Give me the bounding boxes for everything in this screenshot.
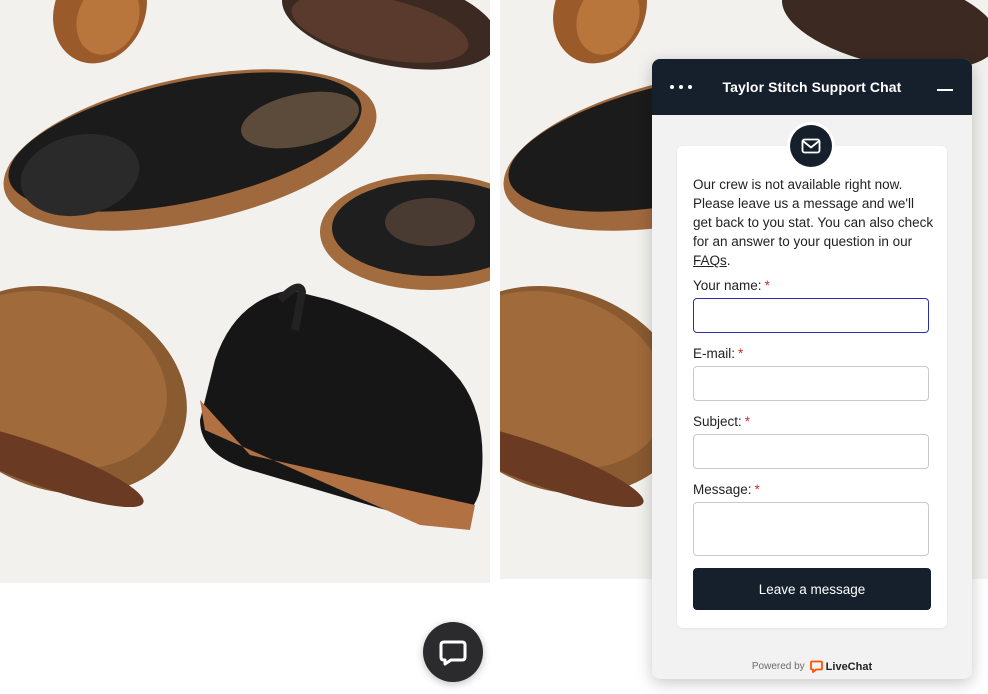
name-label: Your name: * bbox=[693, 278, 770, 293]
message-field[interactable] bbox=[693, 502, 929, 556]
powered-by: Powered by LiveChat bbox=[652, 660, 972, 673]
livechat-brand-name: LiveChat bbox=[825, 660, 873, 673]
name-field[interactable] bbox=[693, 298, 929, 333]
required-marker: * bbox=[764, 278, 770, 293]
page: Taylor Stitch Support Chat Our crew is n… bbox=[0, 0, 988, 694]
powered-by-label: Powered by bbox=[751, 661, 805, 672]
leave-message-button[interactable]: Leave a message bbox=[693, 568, 931, 610]
required-marker: * bbox=[738, 346, 744, 361]
chat-launcher-button[interactable] bbox=[423, 622, 483, 682]
required-marker: * bbox=[744, 414, 751, 429]
offline-message-text: Our crew is not available right now. Ple… bbox=[693, 177, 934, 249]
offline-message: Our crew is not available right now. Ple… bbox=[693, 175, 935, 270]
subject-label: Subject: * bbox=[693, 414, 751, 429]
required-marker: * bbox=[754, 482, 760, 497]
chat-title: Taylor Stitch Support Chat bbox=[722, 79, 902, 95]
minimize-icon[interactable] bbox=[936, 79, 954, 97]
email-field[interactable] bbox=[693, 366, 929, 401]
faq-link[interactable]: FAQs bbox=[693, 253, 727, 268]
email-label: E-mail: * bbox=[693, 346, 744, 361]
more-dots-icon[interactable] bbox=[670, 79, 692, 95]
livechat-brand-link[interactable]: LiveChat bbox=[809, 660, 873, 673]
chat-widget: Taylor Stitch Support Chat Our crew is n… bbox=[652, 59, 972, 679]
offline-message-suffix: . bbox=[726, 253, 731, 268]
subject-field[interactable] bbox=[693, 434, 929, 469]
product-image-shoes-left[interactable] bbox=[0, 0, 490, 583]
message-label: Message: * bbox=[693, 482, 760, 497]
livechat-logo-icon bbox=[809, 660, 823, 673]
chat-header: Taylor Stitch Support Chat bbox=[652, 59, 972, 115]
mail-icon bbox=[790, 125, 832, 167]
shoes-photo bbox=[0, 0, 490, 583]
chat-bubble-icon bbox=[439, 640, 467, 666]
